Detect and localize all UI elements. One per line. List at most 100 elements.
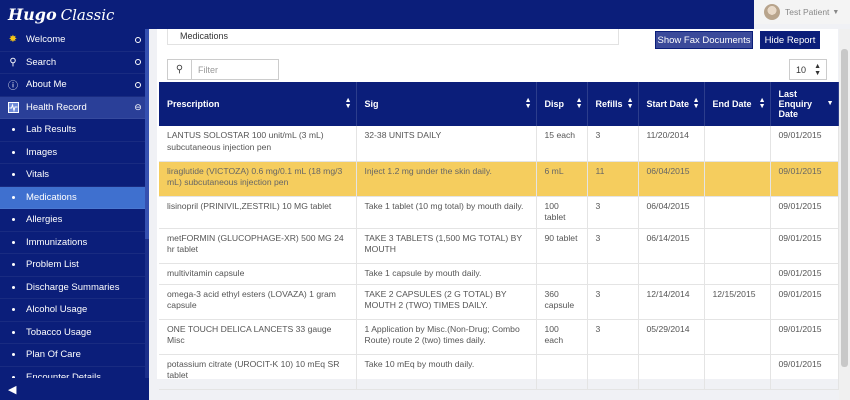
- cell-disp: [536, 263, 588, 285]
- cell-sig: Inject 1.2 mg under the skin daily.: [356, 161, 537, 197]
- sort-icon: ▲ ▼: [524, 97, 532, 110]
- cell-disp: [536, 354, 588, 390]
- sidebar-item-problem-list[interactable]: Problem List: [0, 254, 149, 277]
- bullet-icon: [0, 128, 26, 132]
- column-header-disp[interactable]: Disp ▲ ▼: [536, 82, 588, 126]
- cell-sig: Take 10 mEq by mouth daily.: [356, 354, 537, 390]
- cell-refills: [587, 354, 639, 390]
- user-name: Test Patient: [785, 7, 830, 17]
- cell-refills: 3: [587, 319, 639, 355]
- sort-icon: ▲ ▼: [575, 97, 583, 110]
- sidebar-item-vitals[interactable]: Vitals: [0, 164, 149, 187]
- column-header-start-date[interactable]: Start Date ▲ ▼: [638, 82, 705, 126]
- bullet-icon: [0, 308, 26, 312]
- sidebar-item-alcohol-usage[interactable]: Alcohol Usage: [0, 299, 149, 322]
- sidebar-item-immunizations[interactable]: Immunizations: [0, 232, 149, 254]
- table-row[interactable]: LANTUS SOLOSTAR 100 unit/mL (3 mL) subcu…: [159, 126, 839, 162]
- column-header-sig[interactable]: Sig ▲ ▼: [356, 82, 537, 126]
- cell-disp: 100 each: [536, 319, 588, 355]
- cell-end-date: [704, 126, 771, 162]
- page-scrollbar[interactable]: [839, 29, 850, 400]
- sidebar-nav: ✸ Welcome ⚲ Search ⓘ About Me Health Rec…: [0, 29, 149, 389]
- cell-refills: [587, 263, 639, 285]
- cell-start-date: 12/14/2014: [638, 284, 705, 320]
- cell-prescription: potassium citrate (UROCIT-K 10) 10 mEq S…: [159, 354, 357, 390]
- main-content: Medications Show Fax Documents Hide Repo…: [149, 29, 850, 400]
- filter-box: ⚲: [167, 59, 279, 80]
- sidebar-item-allergies[interactable]: Allergies: [0, 209, 149, 232]
- sidebar-item-plan-of-care[interactable]: Plan Of Care: [0, 344, 149, 367]
- cell-disp: 90 tablet: [536, 228, 588, 264]
- cell-disp: 360 capsule: [536, 284, 588, 320]
- sidebar-item-label: Immunizations: [26, 236, 88, 248]
- table-row[interactable]: ONE TOUCH DELICA LANCETS 33 gauge Misc 1…: [159, 319, 839, 355]
- bullet-icon: [0, 150, 26, 154]
- sidebar-item-welcome[interactable]: ✸ Welcome: [0, 29, 149, 52]
- cell-disp: 15 each: [536, 126, 588, 162]
- bullet-icon: [0, 240, 26, 244]
- cell-last-enquiry-date: 09/01/2015: [770, 228, 839, 264]
- sort-icon: ▲ ▼: [344, 97, 352, 110]
- sort-icon: ▲ ▼: [758, 97, 766, 110]
- hide-report-button[interactable]: Hide Report: [760, 31, 820, 49]
- bullet-icon: [0, 195, 26, 199]
- table-row-highlighted[interactable]: liraglutide (VICTOZA) 0.6 mg/0.1 mL (18 …: [159, 161, 839, 197]
- bullet-icon: [0, 285, 26, 289]
- sidebar-item-label: Lab Results: [26, 124, 77, 136]
- sidebar-item-about-me[interactable]: ⓘ About Me: [0, 74, 149, 97]
- page-size-select[interactable]: 10 ▲ ▼: [789, 59, 827, 80]
- cell-last-enquiry-date: 09/01/2015: [770, 284, 839, 320]
- cell-prescription: ONE TOUCH DELICA LANCETS 33 gauge Misc: [159, 319, 357, 355]
- show-fax-documents-button[interactable]: Show Fax Documents: [655, 31, 753, 49]
- sidebar-item-search[interactable]: ⚲ Search: [0, 52, 149, 74]
- table-row[interactable]: multivitamin capsule Take 1 capsule by m…: [159, 263, 839, 285]
- cell-last-enquiry-date: 09/01/2015: [770, 196, 839, 229]
- cell-sig: Take 1 capsule by mouth daily.: [356, 263, 537, 285]
- collapse-sidebar-button[interactable]: ◀: [0, 378, 149, 400]
- column-header-refills[interactable]: Refills ▲ ▼: [587, 82, 639, 126]
- page-scrollbar-thumb[interactable]: [841, 49, 848, 367]
- cell-start-date: 06/04/2015: [638, 196, 705, 229]
- column-header-prescription[interactable]: Prescription ▲ ▼: [159, 82, 357, 126]
- sidebar-item-label: Discharge Summaries: [26, 281, 120, 293]
- filter-input[interactable]: [192, 60, 278, 79]
- user-menu[interactable]: Test Patient ▼: [754, 0, 850, 24]
- sidebar-item-lab-results[interactable]: Lab Results: [0, 119, 149, 142]
- cell-end-date: 12/15/2015: [704, 284, 771, 320]
- cell-sig: TAKE 3 TABLETS (1,500 MG TOTAL) BY MOUTH: [356, 228, 537, 264]
- info-icon: ⓘ: [8, 81, 18, 93]
- cell-start-date: 06/14/2015: [638, 228, 705, 264]
- cell-end-date: [704, 319, 771, 355]
- sidebar-item-label: Allergies: [26, 214, 63, 226]
- cell-prescription: LANTUS SOLOSTAR 100 unit/mL (3 mL) subcu…: [159, 126, 357, 162]
- sidebar-item-label: Health Record: [26, 101, 87, 113]
- bullet-icon: [0, 218, 26, 222]
- sidebar-item-health-record[interactable]: Health Record ⊖: [0, 96, 149, 119]
- cell-prescription: liraglutide (VICTOZA) 0.6 mg/0.1 mL (18 …: [159, 161, 357, 197]
- cell-last-enquiry-date: 09/01/2015: [770, 263, 839, 285]
- sidebar-item-tobacco-usage[interactable]: Tobacco Usage: [0, 322, 149, 344]
- chevron-down-icon: ▼: [832, 8, 840, 16]
- cell-sig: TAKE 2 CAPSULES (2 G TOTAL) BY MOUTH 2 (…: [356, 284, 537, 320]
- table-row[interactable]: lisinopril (PRINIVIL,ZESTRIL) 10 MG tabl…: [159, 196, 839, 229]
- brand-logo[interactable]: Hugo Classic: [0, 0, 149, 29]
- table-row[interactable]: omega-3 acid ethyl esters (LOVAZA) 1 gra…: [159, 284, 839, 320]
- table-row[interactable]: metFORMIN (GLUCOPHAGE-XR) 500 MG 24 hr t…: [159, 228, 839, 264]
- cell-refills: 3: [587, 284, 639, 320]
- sidebar-item-label: Tobacco Usage: [26, 326, 92, 338]
- cell-refills: 3: [587, 196, 639, 229]
- sidebar-item-images[interactable]: Images: [0, 142, 149, 164]
- sidebar-item-medications[interactable]: Medications: [0, 186, 149, 209]
- sidebar-item-discharge-summaries[interactable]: Discharge Summaries: [0, 277, 149, 299]
- table-row[interactable]: potassium citrate (UROCIT-K 10) 10 mEq S…: [159, 354, 839, 390]
- cell-prescription: metFORMIN (GLUCOPHAGE-XR) 500 MG 24 hr t…: [159, 228, 357, 264]
- cell-refills: 3: [587, 126, 639, 162]
- sidebar: Hugo Classic ✸ Welcome ⚲ Search ⓘ About …: [0, 0, 149, 400]
- cell-sig: 1 Application by Misc.(Non-Drug; Combo R…: [356, 319, 537, 355]
- cell-end-date: [704, 263, 771, 285]
- column-header-end-date[interactable]: End Date ▲ ▼: [704, 82, 771, 126]
- column-header-last-enquiry-date[interactable]: Last Enquiry Date ▼: [770, 82, 839, 126]
- sidebar-item-label: About Me: [26, 79, 67, 91]
- search-icon: ⚲: [168, 60, 192, 79]
- sidebar-item-label: Images: [26, 146, 58, 158]
